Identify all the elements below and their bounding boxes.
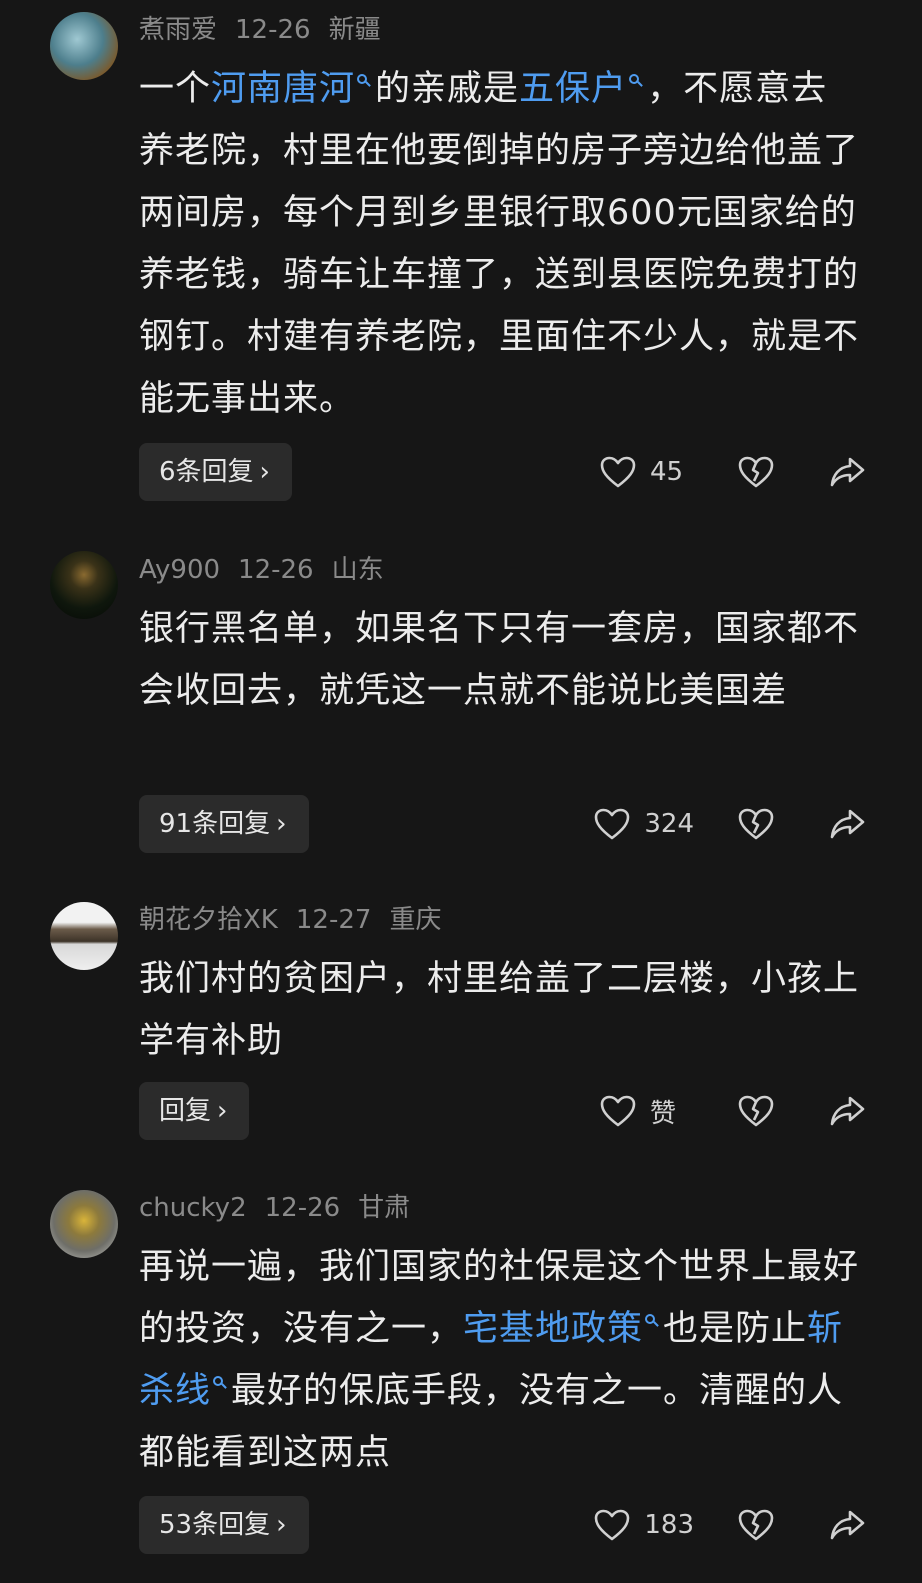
comment-location: 甘肃: [358, 1193, 411, 1223]
comment-text: 银行黑名单，如果名下只有一套房，国家都不会收回去，就凭这一点就不能说比美国差: [139, 598, 859, 722]
search-icon: [645, 1314, 656, 1324]
username[interactable]: 煮雨爱: [139, 15, 217, 45]
comment-location: 山东: [331, 555, 384, 585]
comment-meta: 朝花夕拾XK 12-27 重庆: [139, 900, 459, 940]
chevron-right-icon: ›: [217, 1096, 228, 1126]
broken-heart-icon[interactable]: [738, 1095, 774, 1127]
like-count: 45: [650, 457, 684, 487]
reply-count-label: 53条回复: [159, 1510, 271, 1540]
comment-date: 12-26: [238, 555, 314, 585]
reply-count-label: 91条回复: [159, 809, 271, 839]
search-icon: [357, 74, 368, 84]
view-replies-button[interactable]: 91条回复 ›: [139, 795, 309, 853]
text-segment: 我们村的贫困户，村里给盖了二层楼，小孩上学有补助: [139, 959, 860, 1061]
text-segment: 银行黑名单，如果名下只有一套房，国家都不会收回去，就凭这一点就不能说比美国差: [139, 609, 860, 711]
comment-meta: 煮雨爱 12-26 新疆: [139, 10, 399, 50]
username[interactable]: Ay900: [139, 555, 220, 585]
like-button[interactable]: 45: [600, 456, 694, 488]
username[interactable]: 朝花夕拾XK: [139, 905, 278, 935]
comment-location: 重庆: [389, 905, 442, 935]
view-replies-button[interactable]: 6条回复 ›: [139, 443, 292, 501]
broken-heart-icon[interactable]: [738, 1509, 774, 1541]
reply-count-label: 6条回复: [159, 457, 254, 487]
share-arrow-icon[interactable]: [830, 808, 866, 840]
share-arrow-icon[interactable]: [830, 1095, 866, 1127]
search-icon: [213, 1376, 224, 1386]
view-replies-button[interactable]: 53条回复 ›: [139, 1496, 309, 1554]
comment-text: 再说一遍，我们国家的社保是这个世界上最好的投资，没有之一，宅基地政策 也是防止斩杀…: [139, 1236, 859, 1484]
text-segment: 一个: [139, 69, 212, 109]
comment-actions: 赞: [600, 1082, 866, 1140]
comment-actions: 45: [600, 443, 866, 501]
heart-outline-icon: [594, 1509, 630, 1541]
avatar[interactable]: [50, 551, 118, 619]
comment-date: 12-27: [295, 905, 372, 935]
comment-meta: chucky2 12-26 甘肃: [139, 1188, 428, 1228]
comment-date: 12-26: [264, 1193, 341, 1223]
search-link[interactable]: 五保户: [519, 69, 647, 109]
comment-text: 一个河南唐河 的亲戚是五保户 ，不愿意去养老院，村里在他要倒掉的房子旁边给他盖了两间…: [139, 58, 859, 430]
like-button[interactable]: 183: [594, 1509, 694, 1541]
broken-heart-icon[interactable]: [738, 456, 774, 488]
avatar[interactable]: [50, 12, 118, 80]
chevron-right-icon: ›: [276, 809, 287, 839]
text-segment: ，不愿意去养老院，村里在他要倒掉的房子旁边给他盖了两间房，每个月到乡里银行取60…: [139, 69, 860, 419]
heart-outline-icon: [600, 1095, 636, 1127]
like-count: 324: [644, 809, 694, 839]
search-link[interactable]: 河南唐河: [211, 69, 375, 109]
text-segment: 也是防止: [663, 1309, 808, 1349]
chevron-right-icon: ›: [276, 1510, 287, 1540]
like-count: 赞: [650, 1098, 677, 1129]
username[interactable]: chucky2: [139, 1193, 247, 1223]
like-button[interactable]: 赞: [600, 1093, 694, 1130]
reply-count-label: 回复: [159, 1096, 212, 1126]
avatar[interactable]: [50, 1190, 118, 1258]
comment-meta: Ay900 12-26 山东: [139, 550, 402, 590]
heart-outline-icon: [594, 808, 630, 840]
chevron-right-icon: ›: [259, 457, 270, 487]
comment-text: 我们村的贫困户，村里给盖了二层楼，小孩上学有补助: [139, 948, 859, 1072]
like-count: 183: [644, 1510, 694, 1540]
comment-date: 12-26: [235, 15, 311, 45]
like-button[interactable]: 324: [594, 808, 694, 840]
heart-outline-icon: [600, 456, 636, 488]
comment-actions: 324: [594, 795, 866, 853]
text-segment: 的亲戚是: [375, 69, 520, 109]
share-arrow-icon[interactable]: [830, 1509, 866, 1541]
view-replies-button[interactable]: 回复 ›: [139, 1082, 250, 1140]
broken-heart-icon[interactable]: [738, 808, 774, 840]
search-link[interactable]: 宅基地政策: [463, 1309, 663, 1349]
share-arrow-icon[interactable]: [830, 456, 866, 488]
comment-actions: 183: [594, 1496, 866, 1554]
text-segment: 最好的保底手段，没有之一。清醒的人都能看到这两点: [139, 1371, 844, 1473]
comment-location: 新疆: [328, 15, 381, 45]
avatar[interactable]: [50, 902, 118, 970]
search-icon: [629, 74, 640, 84]
